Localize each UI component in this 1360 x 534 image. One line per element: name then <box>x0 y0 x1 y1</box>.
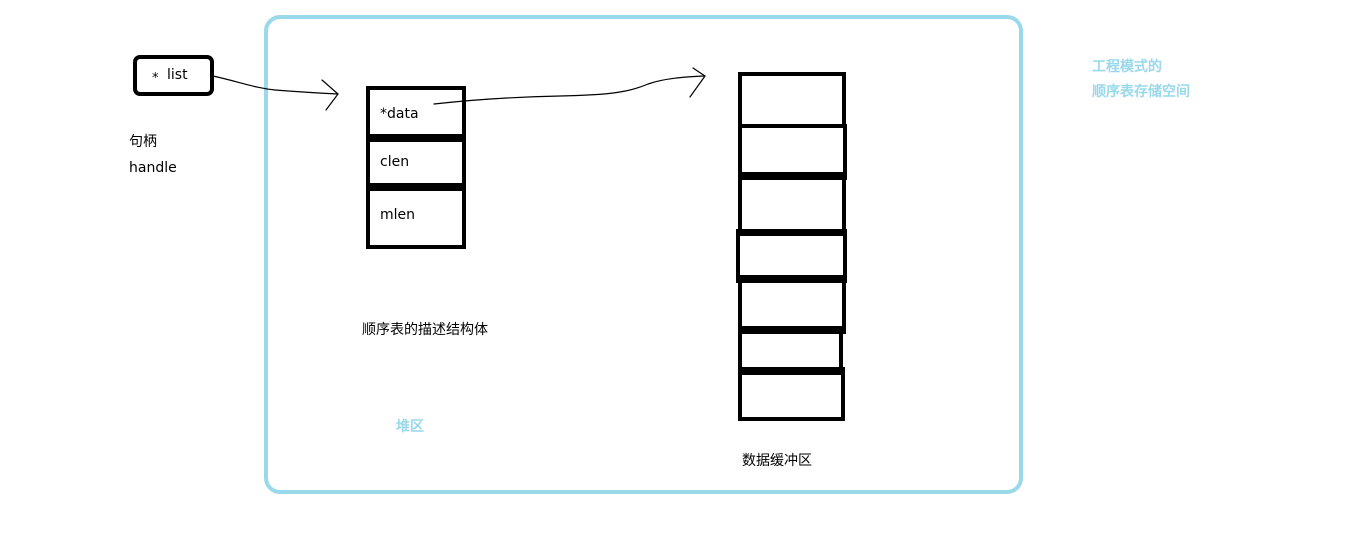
arrows-layer <box>212 67 706 111</box>
handle-to-struct-arrowhead <box>321 79 339 111</box>
handle-to-struct-arrow <box>212 75 339 95</box>
data-to-buffer-arrow <box>433 75 705 105</box>
data-to-buffer-arrowhead <box>689 67 706 98</box>
